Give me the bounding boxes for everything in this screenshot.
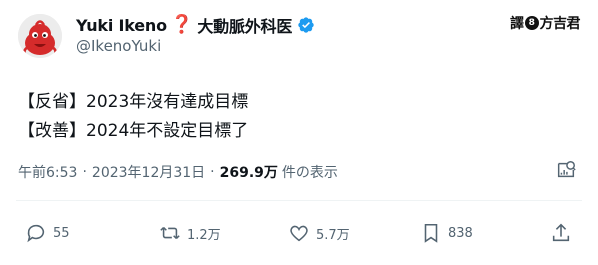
tweet-date[interactable]: 2023年12月31日 xyxy=(92,162,205,182)
share-icon xyxy=(552,223,570,242)
tweet-action-bar: 55 1.2万 5.7万 838 xyxy=(0,222,598,250)
share-button[interactable] xyxy=(550,222,572,244)
like-count: 5.7万 xyxy=(316,227,350,243)
watermark-badge: 8 xyxy=(524,16,539,30)
views-count: 269.9万 xyxy=(219,165,278,181)
author-handle[interactable]: @IkenoYuki xyxy=(76,37,161,55)
bookmark-icon xyxy=(424,223,438,243)
reply-count: 55 xyxy=(53,225,70,241)
author-display-name[interactable]: Yuki Ikeno xyxy=(76,16,167,35)
watermark-text-right: 方吉君 xyxy=(539,16,581,32)
meta-separator: · xyxy=(82,164,87,180)
like-button[interactable]: 5.7万 xyxy=(288,222,350,244)
bookmark-button[interactable]: 838 xyxy=(420,222,473,244)
divider xyxy=(16,200,582,201)
analytics-icon[interactable] xyxy=(555,159,577,181)
avatar[interactable] xyxy=(18,14,62,58)
tweet-text-line-1: 【反省】2023年沒有達成目標 xyxy=(18,92,249,112)
author-name-row[interactable]: Yuki Ikeno ❓ 大動脈外科医 xyxy=(76,13,315,37)
watermark-text-left: 譯 xyxy=(510,16,524,32)
retweet-button[interactable]: 1.2万 xyxy=(159,222,221,244)
question-mark-emoji: ❓ xyxy=(170,14,194,35)
tweet-time[interactable]: 午前6:53 xyxy=(18,162,77,182)
tweet-text-line-2: 【改善】2024年不設定目標了 xyxy=(18,121,249,141)
views-label: 件の表示 xyxy=(281,165,338,181)
like-icon xyxy=(290,225,308,242)
bookmark-count: 838 xyxy=(448,225,473,241)
reply-icon xyxy=(27,224,45,243)
translator-watermark: 譯 8 方吉君 xyxy=(510,13,580,33)
reply-button[interactable]: 55 xyxy=(25,222,70,244)
retweet-count: 1.2万 xyxy=(187,227,221,243)
retweet-icon xyxy=(160,226,180,240)
tweet-meta: 午前6:53 · 2023年12月31日 · 269.9万 件の表示 xyxy=(18,162,338,182)
verified-badge-icon xyxy=(298,17,314,33)
avatar-character-icon xyxy=(18,14,62,58)
author-title-suffix[interactable]: 大動脈外科医 xyxy=(197,13,292,37)
meta-separator: · xyxy=(210,164,215,180)
